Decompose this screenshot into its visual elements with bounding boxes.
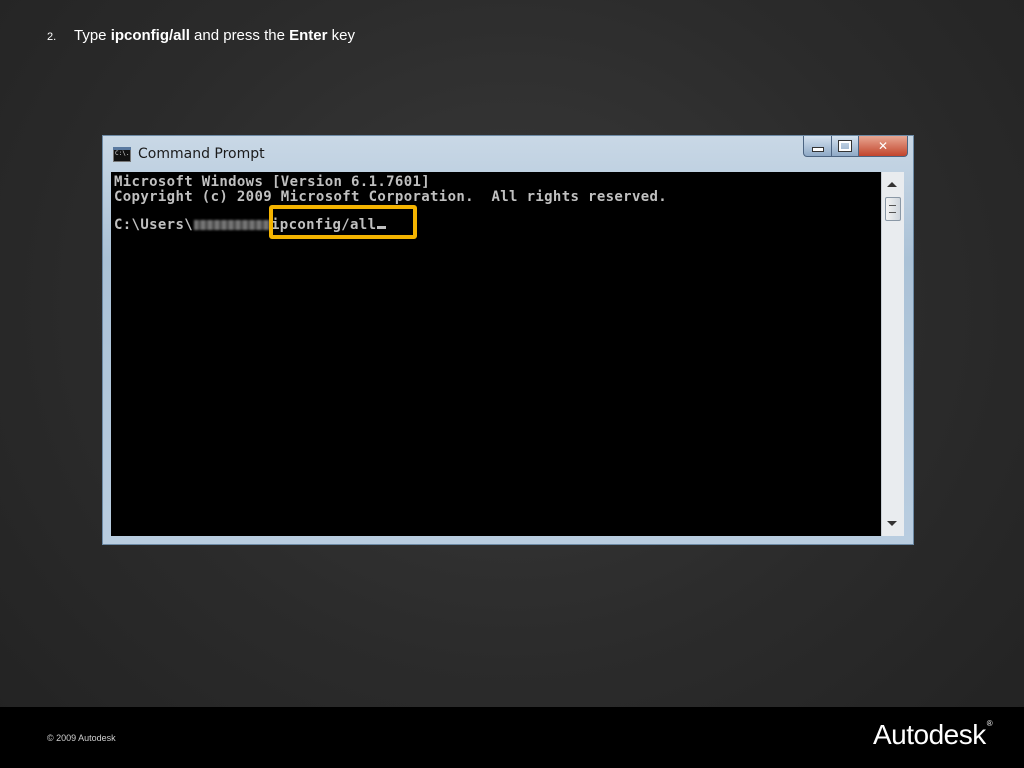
cmd-icon-text: C:\. [115,150,130,157]
instruction-part: key [327,27,355,44]
maximize-icon [838,140,852,152]
scroll-thumb[interactable] [885,197,901,221]
title-bar[interactable]: C:\. Command Prompt ✕ [103,136,913,172]
maximize-button[interactable] [832,136,859,157]
logo-registered-mark: ® [986,719,993,728]
footer-bar: © 2009 Autodesk Autodesk® [0,707,1024,768]
command-prompt-window: C:\. Command Prompt ✕ Microsoft Windows … [102,135,914,545]
instruction-part: and press the [189,27,290,44]
vertical-scrollbar[interactable] [881,172,904,536]
scroll-down-icon[interactable] [887,521,897,526]
scroll-up-icon[interactable] [887,182,897,187]
close-icon: ✕ [877,139,889,153]
minimize-icon [811,146,824,152]
step-number: 2. [47,31,57,43]
instruction-key: Enter [289,27,328,44]
window-title: Command Prompt [138,146,265,162]
logo-text: Autodesk [873,719,986,750]
instruction-text: 2. Type ipconfig/all and press the Enter … [47,27,355,44]
copyright-text: © 2009 Autodesk [47,733,116,743]
autodesk-logo: Autodesk® [873,719,993,751]
cmd-icon[interactable]: C:\. [113,147,131,162]
instruction-command: ipconfig/all [110,27,190,44]
close-button[interactable]: ✕ [859,136,908,157]
console-line-copyright: Copyright (c) 2009 Microsoft Corporation… [114,189,668,205]
instruction-part: Type [74,27,111,44]
prompt-prefix: C:\Users\ [114,217,194,233]
window-controls: ✕ [803,136,908,158]
console-output[interactable]: Microsoft Windows [Version 6.1.7601] Cop… [111,172,881,536]
minimize-button[interactable] [803,136,832,157]
redacted-username [194,220,271,230]
command-highlight-box [269,205,417,239]
console-line-version: Microsoft Windows [Version 6.1.7601] [114,174,431,190]
